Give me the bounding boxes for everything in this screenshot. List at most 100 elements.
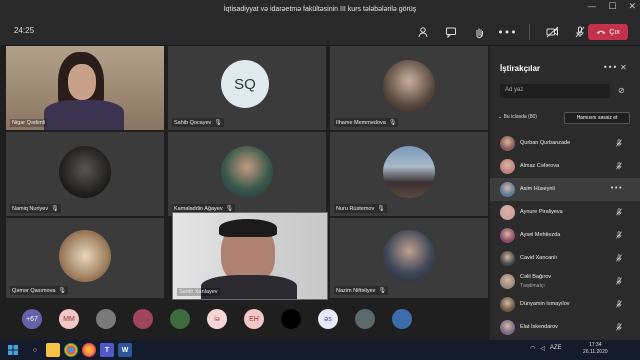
strip-participant-avatar[interactable]: +67 [22,309,42,329]
participant-more-button[interactable]: ••• [610,184,622,192]
window-controls: — ☐ ✕ [587,2,636,12]
participant-row[interactable]: Almaz Cəfərova [490,155,640,178]
video-tile[interactable]: SQ Sahib Qocayev 🎙 [168,46,326,130]
word-icon[interactable]: W [118,343,132,357]
minimize-button[interactable]: — [587,2,596,12]
video-tile[interactable]: Nigar Qədimli [6,46,164,130]
tile-name-label: Qəmər Qasımova 🎙 [10,286,69,295]
mic-off-icon[interactable] [615,323,623,333]
camera-icon[interactable] [544,24,560,40]
mic-off-icon: 🎙 [214,120,222,126]
person-hair [219,219,277,237]
mic-off-icon[interactable] [572,24,588,40]
participant-avatar [59,146,111,198]
video-tile[interactable]: Nazim Niftəliyev 🎙 [330,218,488,298]
participant-avatar [383,60,435,112]
strip-participant-avatar[interactable]: əs [318,309,338,329]
leave-button[interactable]: Çıx [588,24,628,40]
participant-avatar [500,228,515,243]
mic-off-icon[interactable] [615,208,623,218]
strip-participant-avatar[interactable] [170,309,190,329]
close-button[interactable]: ✕ [628,2,636,12]
section-label: Bu iclasda (80) [503,114,537,120]
video-tile[interactable]: Qəmər Qasımova 🎙 [6,218,164,298]
leave-label: Çıx [609,28,620,36]
video-tile[interactable]: Kamaladdin Ağayev 🎙 [168,132,326,216]
video-tile[interactable]: Namiq Nuriyev 🎙 [6,132,164,216]
participant-row[interactable]: Cəlil Bağırov Təqdimatçı [490,270,640,293]
window-title: İqtisadiyyat və idarəetmə fakültəsinin I… [223,5,417,13]
start-icon[interactable] [6,343,20,357]
participant-avatar [500,297,515,312]
strip-participant-avatar[interactable]: MM [59,309,79,329]
mic-off-icon[interactable] [615,254,623,264]
meeting-controls: ••• [415,24,616,40]
window-title-bar: İqtisadiyyat və idarəetmə fakültəsinin I… [0,0,640,18]
mic-off-icon[interactable] [615,300,623,310]
windows-taskbar: ○ T W ◠ ◁ AZE 17:34 26.11.2020 [0,340,640,360]
person-body [44,100,124,130]
tile-name-label: Nigar Qədimli [10,119,48,127]
strip-participant-avatar[interactable] [281,309,301,329]
participant-row[interactable]: Aynure Piraliyeva [490,201,640,224]
mic-off-icon[interactable] [615,277,623,287]
mic-off-icon: 🎙 [51,206,59,212]
meeting-timer: 24:25 [14,26,35,35]
participant-avatar [500,251,515,266]
video-tile[interactable]: Nuru Rüstemov 🎙 [330,132,488,216]
participant-avatar [383,146,435,198]
video-tile[interactable]: Samir Xanlayev [172,212,328,300]
participant-avatar [500,274,515,289]
strip-participant-avatar[interactable] [96,309,116,329]
tile-name-label: Nazim Niftəliyev 🎙 [334,286,389,295]
strip-participant-avatar[interactable] [355,309,375,329]
participant-row[interactable]: Qurban Qurbanzade [490,132,640,155]
participant-name: Qurban Qurbanzade [520,140,571,146]
mic-off-icon[interactable] [615,139,623,149]
participant-row[interactable]: Asim Hüseynli ••• [490,178,640,201]
participant-avatar [383,230,435,282]
tile-name-label: Nuru Rüstemov 🎙 [334,204,387,213]
raise-hand-icon[interactable] [471,24,487,40]
strip-participant-avatar[interactable]: iə [207,309,227,329]
participant-row[interactable]: Dünyamin Ismayılov [490,293,640,316]
video-tile[interactable]: Ilhame Memmedova 🎙 [330,46,488,130]
person-face [68,64,96,100]
participant-search-input[interactable]: Ad yaz [500,84,610,98]
chat-icon[interactable] [443,24,459,40]
system-clock[interactable]: 17:34 26.11.2020 [583,342,608,356]
participant-row[interactable]: Aysel Mehtiezda [490,224,640,247]
mic-off-icon: 🎙 [377,206,385,212]
teams-icon[interactable]: T [100,343,114,357]
panel-close-button[interactable]: ✕ [620,63,627,72]
maximize-button[interactable]: ☐ [608,2,616,12]
participant-row[interactable]: Cavid Xancanlı [490,247,640,270]
search-icon[interactable]: ○ [28,343,42,357]
language-indicator[interactable]: AZE [550,345,562,352]
strip-participant-avatar[interactable] [133,309,153,329]
strip-participant-avatar[interactable] [392,309,412,329]
tile-name-label: Sahib Qocayev 🎙 [172,118,224,127]
firefox-icon[interactable] [82,343,96,357]
participant-strip: +67 MM iə EH əs [0,300,488,338]
strip-participant-avatar[interactable]: EH [244,309,264,329]
mic-off-icon: 🎙 [378,288,387,294]
mic-off-icon[interactable] [615,162,623,172]
mic-off-icon[interactable] [615,231,623,241]
volume-icon[interactable]: ◁ [540,345,545,352]
tile-name-label: Ilhame Memmedova 🎙 [334,118,399,127]
share-invite-icon[interactable]: ⊘ [618,86,625,95]
participant-name: Aynure Piraliyeva [520,209,563,215]
participant-row[interactable]: Elat İskendarov [490,316,640,339]
mute-all-button[interactable]: Hamısını səssiz et [564,112,630,124]
participants-icon[interactable] [415,24,431,40]
more-icon[interactable]: ••• [497,24,516,40]
meeting-toolbar: 24:25 ••• Çıx [0,18,640,46]
video-grid: Nigar Qədimli SQ Sahib Qocayev 🎙 Ilhame … [2,46,488,300]
panel-more-button[interactable]: ••• [603,63,617,72]
chrome-icon[interactable] [64,343,78,357]
network-icon[interactable]: ◠ [530,345,535,352]
explorer-icon[interactable] [46,343,60,357]
initials-avatar: SQ [221,60,269,108]
participants-panel: İştirakçılar ••• ✕ Ad yaz ⊘ ⌄ Bu iclasda… [490,46,640,340]
